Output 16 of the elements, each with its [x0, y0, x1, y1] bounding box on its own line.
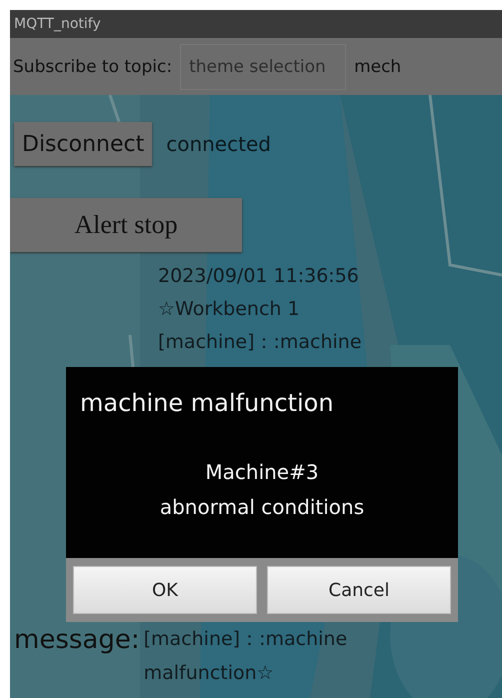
app-title: MQTT_notify: [14, 16, 101, 32]
message-text: [machine]：:machine malfunction☆: [144, 627, 348, 686]
topic-input-field[interactable]: theme selection: [180, 44, 346, 90]
log-line: [machine]：:machine: [158, 330, 363, 355]
connection-status: connected: [166, 132, 271, 156]
message-label: message:: [14, 624, 140, 656]
dialog-title: machine malfunction: [79, 388, 335, 417]
topic-value: mech: [354, 56, 402, 76]
disconnect-button[interactable]: Disconnect: [14, 122, 152, 166]
cancel-button[interactable]: Cancel: [267, 566, 451, 614]
topic-label: Subscribe to topic:: [13, 56, 172, 76]
log-line: ☆Workbench 1: [158, 297, 301, 322]
alert-stop-button[interactable]: Alert stop: [10, 198, 242, 252]
log-line: 2023/09/01 11:36:56: [158, 264, 360, 289]
ok-button[interactable]: OK: [73, 566, 257, 614]
dialog-message: Machine#3 abnormal conditions: [158, 459, 366, 521]
